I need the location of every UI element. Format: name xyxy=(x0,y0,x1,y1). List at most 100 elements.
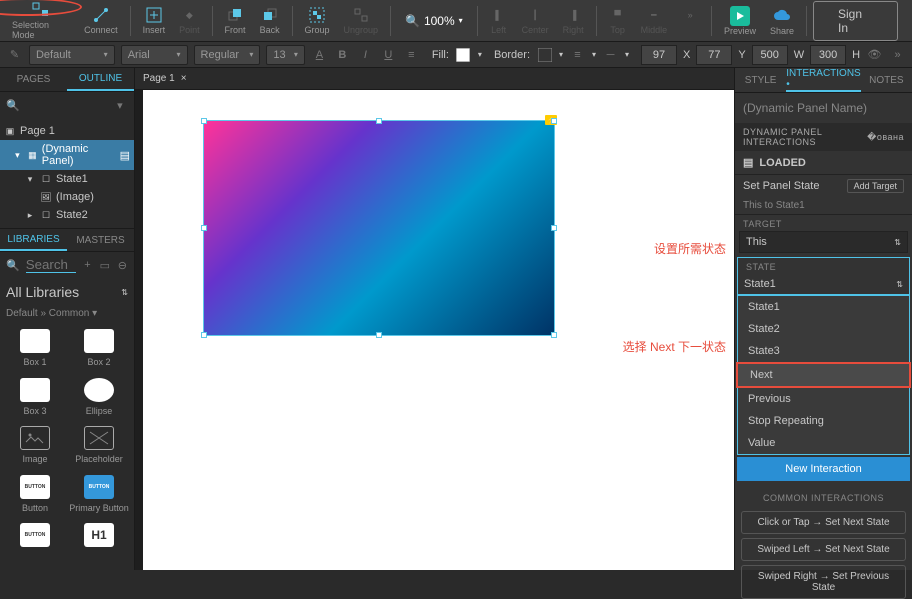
widget-box1[interactable]: Box 1 xyxy=(4,325,66,372)
widget-image[interactable]: Image xyxy=(4,422,66,469)
tree-dynamic-panel[interactable]: ▾▦(Dynamic Panel)▤ xyxy=(0,140,134,170)
widget-extra1[interactable]: BUTTON xyxy=(4,519,66,566)
apply-style-icon[interactable]: ✎ xyxy=(6,46,23,64)
widget-primary-button[interactable]: BUTTONPrimary Button xyxy=(68,471,130,518)
resize-handle[interactable] xyxy=(201,118,207,124)
page-tab[interactable]: Page 1× xyxy=(143,73,187,84)
tab-masters[interactable]: MASTERS xyxy=(67,229,134,251)
widget-button[interactable]: BUTTONButton xyxy=(4,471,66,518)
weight-dropdown[interactable]: Regular▾ xyxy=(194,45,261,65)
tab-interactions[interactable]: INTERACTIONS • xyxy=(786,68,860,92)
resize-handle[interactable] xyxy=(551,118,557,124)
canvas[interactable]: ⚡ xyxy=(143,90,734,570)
resize-handle[interactable] xyxy=(551,225,557,231)
ungroup-tool[interactable]: Ungroup xyxy=(338,4,385,37)
dd-state3[interactable]: State3 xyxy=(738,340,909,362)
event-loaded[interactable]: ▤LOADED xyxy=(735,151,912,175)
widget-box2[interactable]: Box 2 xyxy=(68,325,130,372)
filter-icon[interactable]: ▾ xyxy=(112,96,128,114)
dd-next[interactable]: Next xyxy=(736,362,911,388)
common-swipe-right[interactable]: Swiped Right → Set Previous State xyxy=(741,565,906,599)
align-middle-tool[interactable]: ━Middle xyxy=(635,4,674,37)
state-dropdown[interactable]: State1⇅ xyxy=(738,274,909,294)
dd-value[interactable]: Value xyxy=(738,432,909,454)
align-top-tool[interactable]: ▀Top xyxy=(603,4,633,37)
widget-h1[interactable]: H1 xyxy=(68,519,130,566)
library-selector[interactable]: All Libraries⇅ xyxy=(0,278,134,306)
underline-button[interactable]: U xyxy=(380,46,397,64)
fill-swatch[interactable] xyxy=(455,46,472,64)
tab-libraries[interactable]: LIBRARIES xyxy=(0,229,67,251)
widget-placeholder[interactable]: Placeholder xyxy=(68,422,130,469)
tab-notes[interactable]: NOTES xyxy=(861,68,912,92)
resize-handle[interactable] xyxy=(551,332,557,338)
resize-handle[interactable] xyxy=(201,332,207,338)
dd-state1[interactable]: State1 xyxy=(738,296,909,318)
align-center-tool[interactable]: ┃Center xyxy=(516,4,555,37)
library-options-icon[interactable]: ▭ xyxy=(99,256,110,274)
target-dropdown[interactable]: This⇅ xyxy=(739,231,908,253)
preview-tool[interactable]: Preview xyxy=(718,4,762,38)
action-set-panel-state[interactable]: Set Panel StateAdd Target xyxy=(735,175,912,197)
right-panel: STYLE INTERACTIONS • NOTES (Dynamic Pane… xyxy=(734,68,912,570)
resize-handle[interactable] xyxy=(376,118,382,124)
bold-button[interactable]: B xyxy=(334,46,351,64)
dp-menu-icon[interactable]: ▤ xyxy=(120,149,130,162)
signin-button[interactable]: Sign In xyxy=(813,1,898,41)
insert-tool[interactable]: Insert xyxy=(137,4,172,37)
tree-page[interactable]: ▣Page 1 xyxy=(0,122,134,140)
add-target-button[interactable]: Add Target xyxy=(847,179,904,193)
font-dropdown[interactable]: Arial▾ xyxy=(121,45,188,65)
dp-name-field[interactable]: (Dynamic Panel Name) xyxy=(735,93,912,123)
style-dropdown[interactable]: Default▾ xyxy=(29,45,115,65)
selected-image[interactable]: ⚡ xyxy=(203,120,555,336)
tab-style[interactable]: STYLE xyxy=(735,68,786,92)
dd-stop-repeating[interactable]: Stop Repeating xyxy=(738,410,909,432)
zoom-control[interactable]: 🔍100%▾ xyxy=(397,14,471,28)
library-subset[interactable]: Default » Common ▾ xyxy=(0,306,134,321)
widget-ellipse[interactable]: Ellipse xyxy=(68,374,130,421)
group-tool[interactable]: Group xyxy=(299,4,336,37)
text-color-button[interactable]: A xyxy=(311,46,328,64)
point-tool[interactable]: ◆Point xyxy=(173,4,206,37)
common-swipe-left[interactable]: Swiped Left → Set Next State xyxy=(741,538,906,561)
library-search[interactable] xyxy=(26,257,76,273)
options-icon[interactable]: �ована xyxy=(867,132,904,143)
tree-state1[interactable]: ▾☐State1 xyxy=(0,170,134,188)
y-input[interactable] xyxy=(696,45,732,65)
dd-previous[interactable]: Previous xyxy=(738,388,909,410)
hidden-toggle[interactable]: 👁 xyxy=(866,46,883,64)
italic-button[interactable]: I xyxy=(357,46,374,64)
share-tool[interactable]: Share xyxy=(764,4,800,38)
connect-tool[interactable]: Connect xyxy=(78,4,124,37)
front-tool[interactable]: Front xyxy=(219,4,252,37)
back-tool[interactable]: Back xyxy=(254,4,286,37)
outline-search[interactable] xyxy=(26,98,106,113)
add-library-icon[interactable]: + xyxy=(82,256,93,274)
tree-image[interactable]: 🖼(Image) xyxy=(0,188,134,206)
size-dropdown[interactable]: 13▾ xyxy=(266,45,305,65)
border-swatch[interactable] xyxy=(536,46,553,64)
tab-pages[interactable]: PAGES xyxy=(0,68,67,91)
w-input[interactable] xyxy=(752,45,788,65)
tab-outline[interactable]: OUTLINE xyxy=(67,68,134,91)
common-click-next[interactable]: Click or Tap → Set Next State xyxy=(741,511,906,534)
resize-handle[interactable] xyxy=(201,225,207,231)
new-interaction-button[interactable]: New Interaction xyxy=(737,457,910,481)
align-right-tool[interactable]: ▐Right xyxy=(557,4,590,37)
x-input[interactable] xyxy=(641,45,677,65)
bullets-button[interactable]: ≡ xyxy=(403,46,420,64)
h-input[interactable] xyxy=(810,45,846,65)
align-left-tool[interactable]: ▌Left xyxy=(484,4,514,37)
overflow-button[interactable]: » xyxy=(889,46,906,64)
tree-state2[interactable]: ▸☐State2 xyxy=(0,206,134,224)
border-style-button[interactable]: ─ xyxy=(602,46,619,64)
dd-state2[interactable]: State2 xyxy=(738,318,909,340)
close-icon[interactable]: × xyxy=(181,73,187,84)
widget-box3[interactable]: Box 3 xyxy=(4,374,66,421)
more-tool[interactable]: » xyxy=(675,4,705,37)
border-width-button[interactable]: ≡ xyxy=(569,46,586,64)
align-right-icon: ▐ xyxy=(564,6,582,24)
resize-handle[interactable] xyxy=(376,332,382,338)
library-remove-icon[interactable]: ⊖ xyxy=(117,256,128,274)
